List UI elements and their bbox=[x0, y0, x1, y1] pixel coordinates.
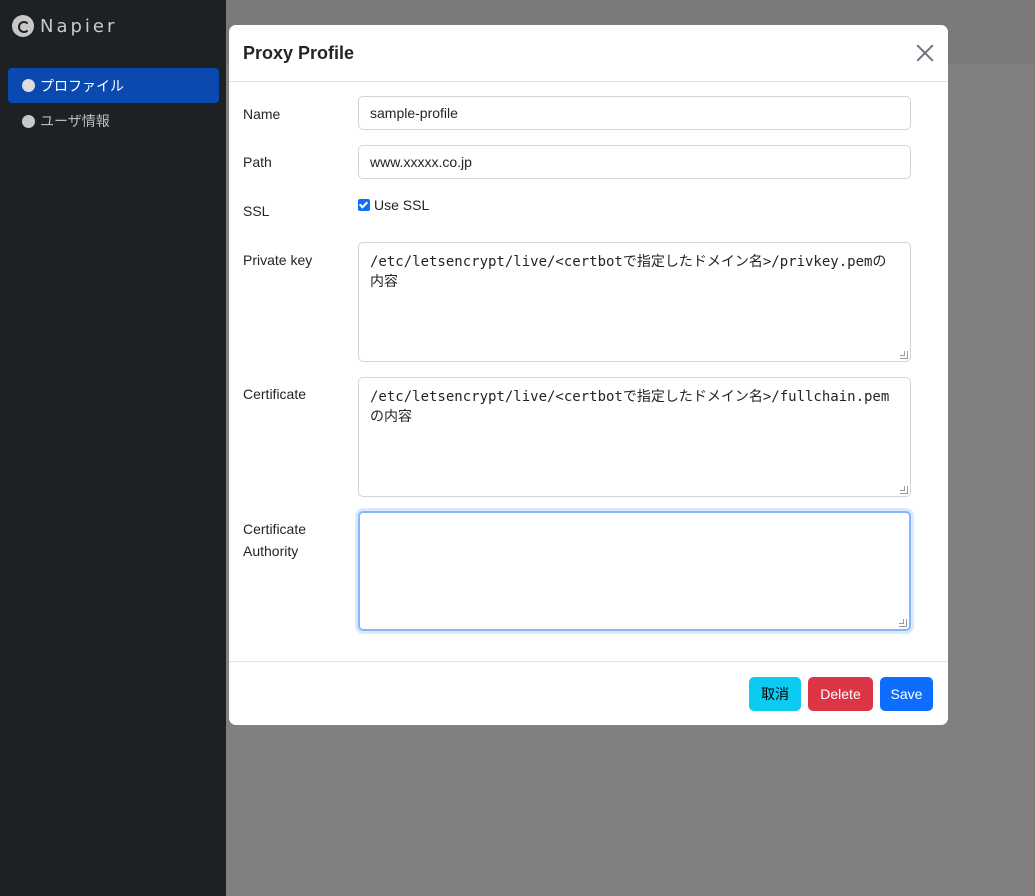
use-ssl-option[interactable]: Use SSL bbox=[358, 197, 429, 213]
resize-handle-icon[interactable] bbox=[900, 351, 908, 359]
close-icon[interactable] bbox=[914, 42, 936, 64]
brand-name: Napier bbox=[40, 15, 118, 37]
certificate-authority-field[interactable] bbox=[358, 511, 911, 631]
sidebar: Napier プロファイル ユーザ情報 bbox=[0, 0, 226, 896]
private-key-field[interactable]: /etc/letsencrypt/live/<certbotで指定したドメイン名… bbox=[358, 242, 911, 362]
resize-handle-icon[interactable] bbox=[900, 486, 908, 494]
napier-logo-icon bbox=[12, 15, 34, 37]
sidebar-nav: プロファイル ユーザ情報 bbox=[8, 68, 219, 139]
sidebar-item-profile[interactable]: プロファイル bbox=[8, 68, 219, 103]
sidebar-item-label: ユーザ情報 bbox=[40, 114, 110, 130]
sidebar-item-label: プロファイル bbox=[40, 78, 124, 95]
private-key-value: /etc/letsencrypt/live/<certbotで指定したドメイン名… bbox=[370, 254, 887, 290]
modal-footer: 取消 Delete Save bbox=[229, 661, 948, 725]
brand[interactable]: Napier bbox=[12, 14, 117, 38]
delete-button[interactable]: Delete bbox=[808, 677, 873, 711]
cancel-button[interactable]: 取消 bbox=[749, 677, 801, 711]
modal-title: Proxy Profile bbox=[243, 43, 355, 63]
circle-icon bbox=[22, 114, 35, 128]
path-field[interactable] bbox=[358, 145, 911, 179]
certificate-value: /etc/letsencrypt/live/<certbotで指定したドメイン名… bbox=[370, 389, 890, 425]
certificate-label: Certificate bbox=[243, 386, 307, 402]
name-field[interactable] bbox=[358, 96, 911, 130]
modal-header: Proxy Profile bbox=[229, 25, 948, 82]
proxy-profile-modal: Proxy Profile Name Path SSL Use SSL Priv… bbox=[229, 25, 948, 725]
private-key-label: Private key bbox=[243, 252, 313, 268]
ca-label-line1: Certificate bbox=[243, 521, 307, 537]
sidebar-item-user-info[interactable]: ユーザ情報 bbox=[8, 103, 219, 139]
resize-handle-icon[interactable] bbox=[899, 619, 907, 627]
circle-icon bbox=[22, 79, 35, 92]
ca-label-line2: Authority bbox=[243, 543, 299, 559]
use-ssl-checkbox[interactable] bbox=[358, 199, 370, 211]
path-label: Path bbox=[243, 154, 272, 170]
save-button[interactable]: Save bbox=[880, 677, 933, 711]
ssl-label: SSL bbox=[243, 203, 270, 219]
name-label: Name bbox=[243, 106, 281, 122]
use-ssl-label: Use SSL bbox=[374, 197, 430, 213]
certificate-field[interactable]: /etc/letsencrypt/live/<certbotで指定したドメイン名… bbox=[358, 377, 911, 497]
